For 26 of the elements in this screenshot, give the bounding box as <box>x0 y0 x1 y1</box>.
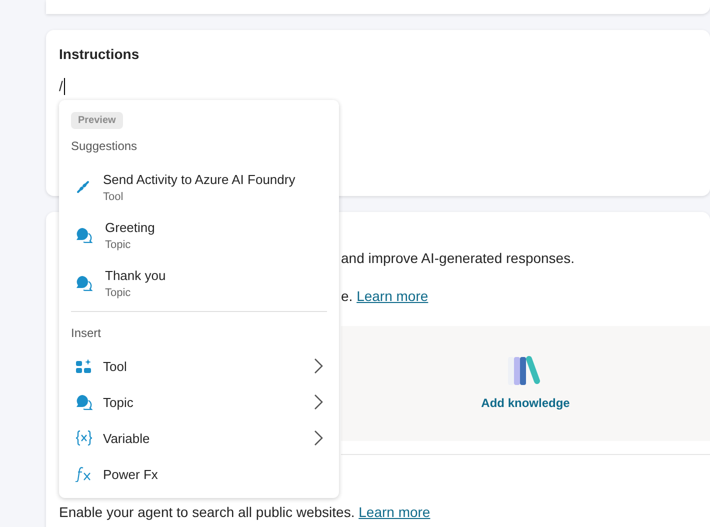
chat-bubbles-icon <box>75 227 93 243</box>
chat-bubbles-icon <box>75 275 93 291</box>
variable-icon <box>75 429 93 447</box>
function-icon <box>75 466 93 482</box>
chat-bubbles-icon <box>75 394 93 410</box>
insert-heading: Insert <box>71 326 102 340</box>
knowledge-description: and improve AI-generated responses. <box>341 250 576 268</box>
plug-icon <box>75 179 91 195</box>
learn-more-link[interactable]: Learn more <box>356 288 428 304</box>
insert-menu-item[interactable]: Tool <box>71 348 327 384</box>
insert-menu-item[interactable]: Variable <box>71 420 327 456</box>
suggestion-item[interactable]: Send Activity to Azure AI Foundry Tool <box>71 163 327 211</box>
preview-badge: Preview <box>71 112 123 129</box>
blocks-sparkle-icon <box>75 358 93 374</box>
add-knowledge-button[interactable]: Add knowledge <box>479 394 572 412</box>
description-fragment: e. <box>341 288 353 304</box>
text-cursor <box>64 78 65 94</box>
suggestion-item[interactable]: Thank you Topic <box>71 259 327 307</box>
insert-menu-item[interactable]: Topic <box>71 384 327 420</box>
learn-more-link[interactable]: Learn more <box>358 504 430 520</box>
suggestion-item[interactable]: Greeting Topic <box>71 211 327 259</box>
web-search-description: Enable your agent to search all public websites. <box>59 504 355 520</box>
section-title: Instructions <box>59 46 140 62</box>
insert-menu-item[interactable]: Power Fx <box>71 456 327 492</box>
instructions-field[interactable]: / <box>59 78 63 94</box>
suggestions-heading: Suggestions <box>71 139 138 153</box>
